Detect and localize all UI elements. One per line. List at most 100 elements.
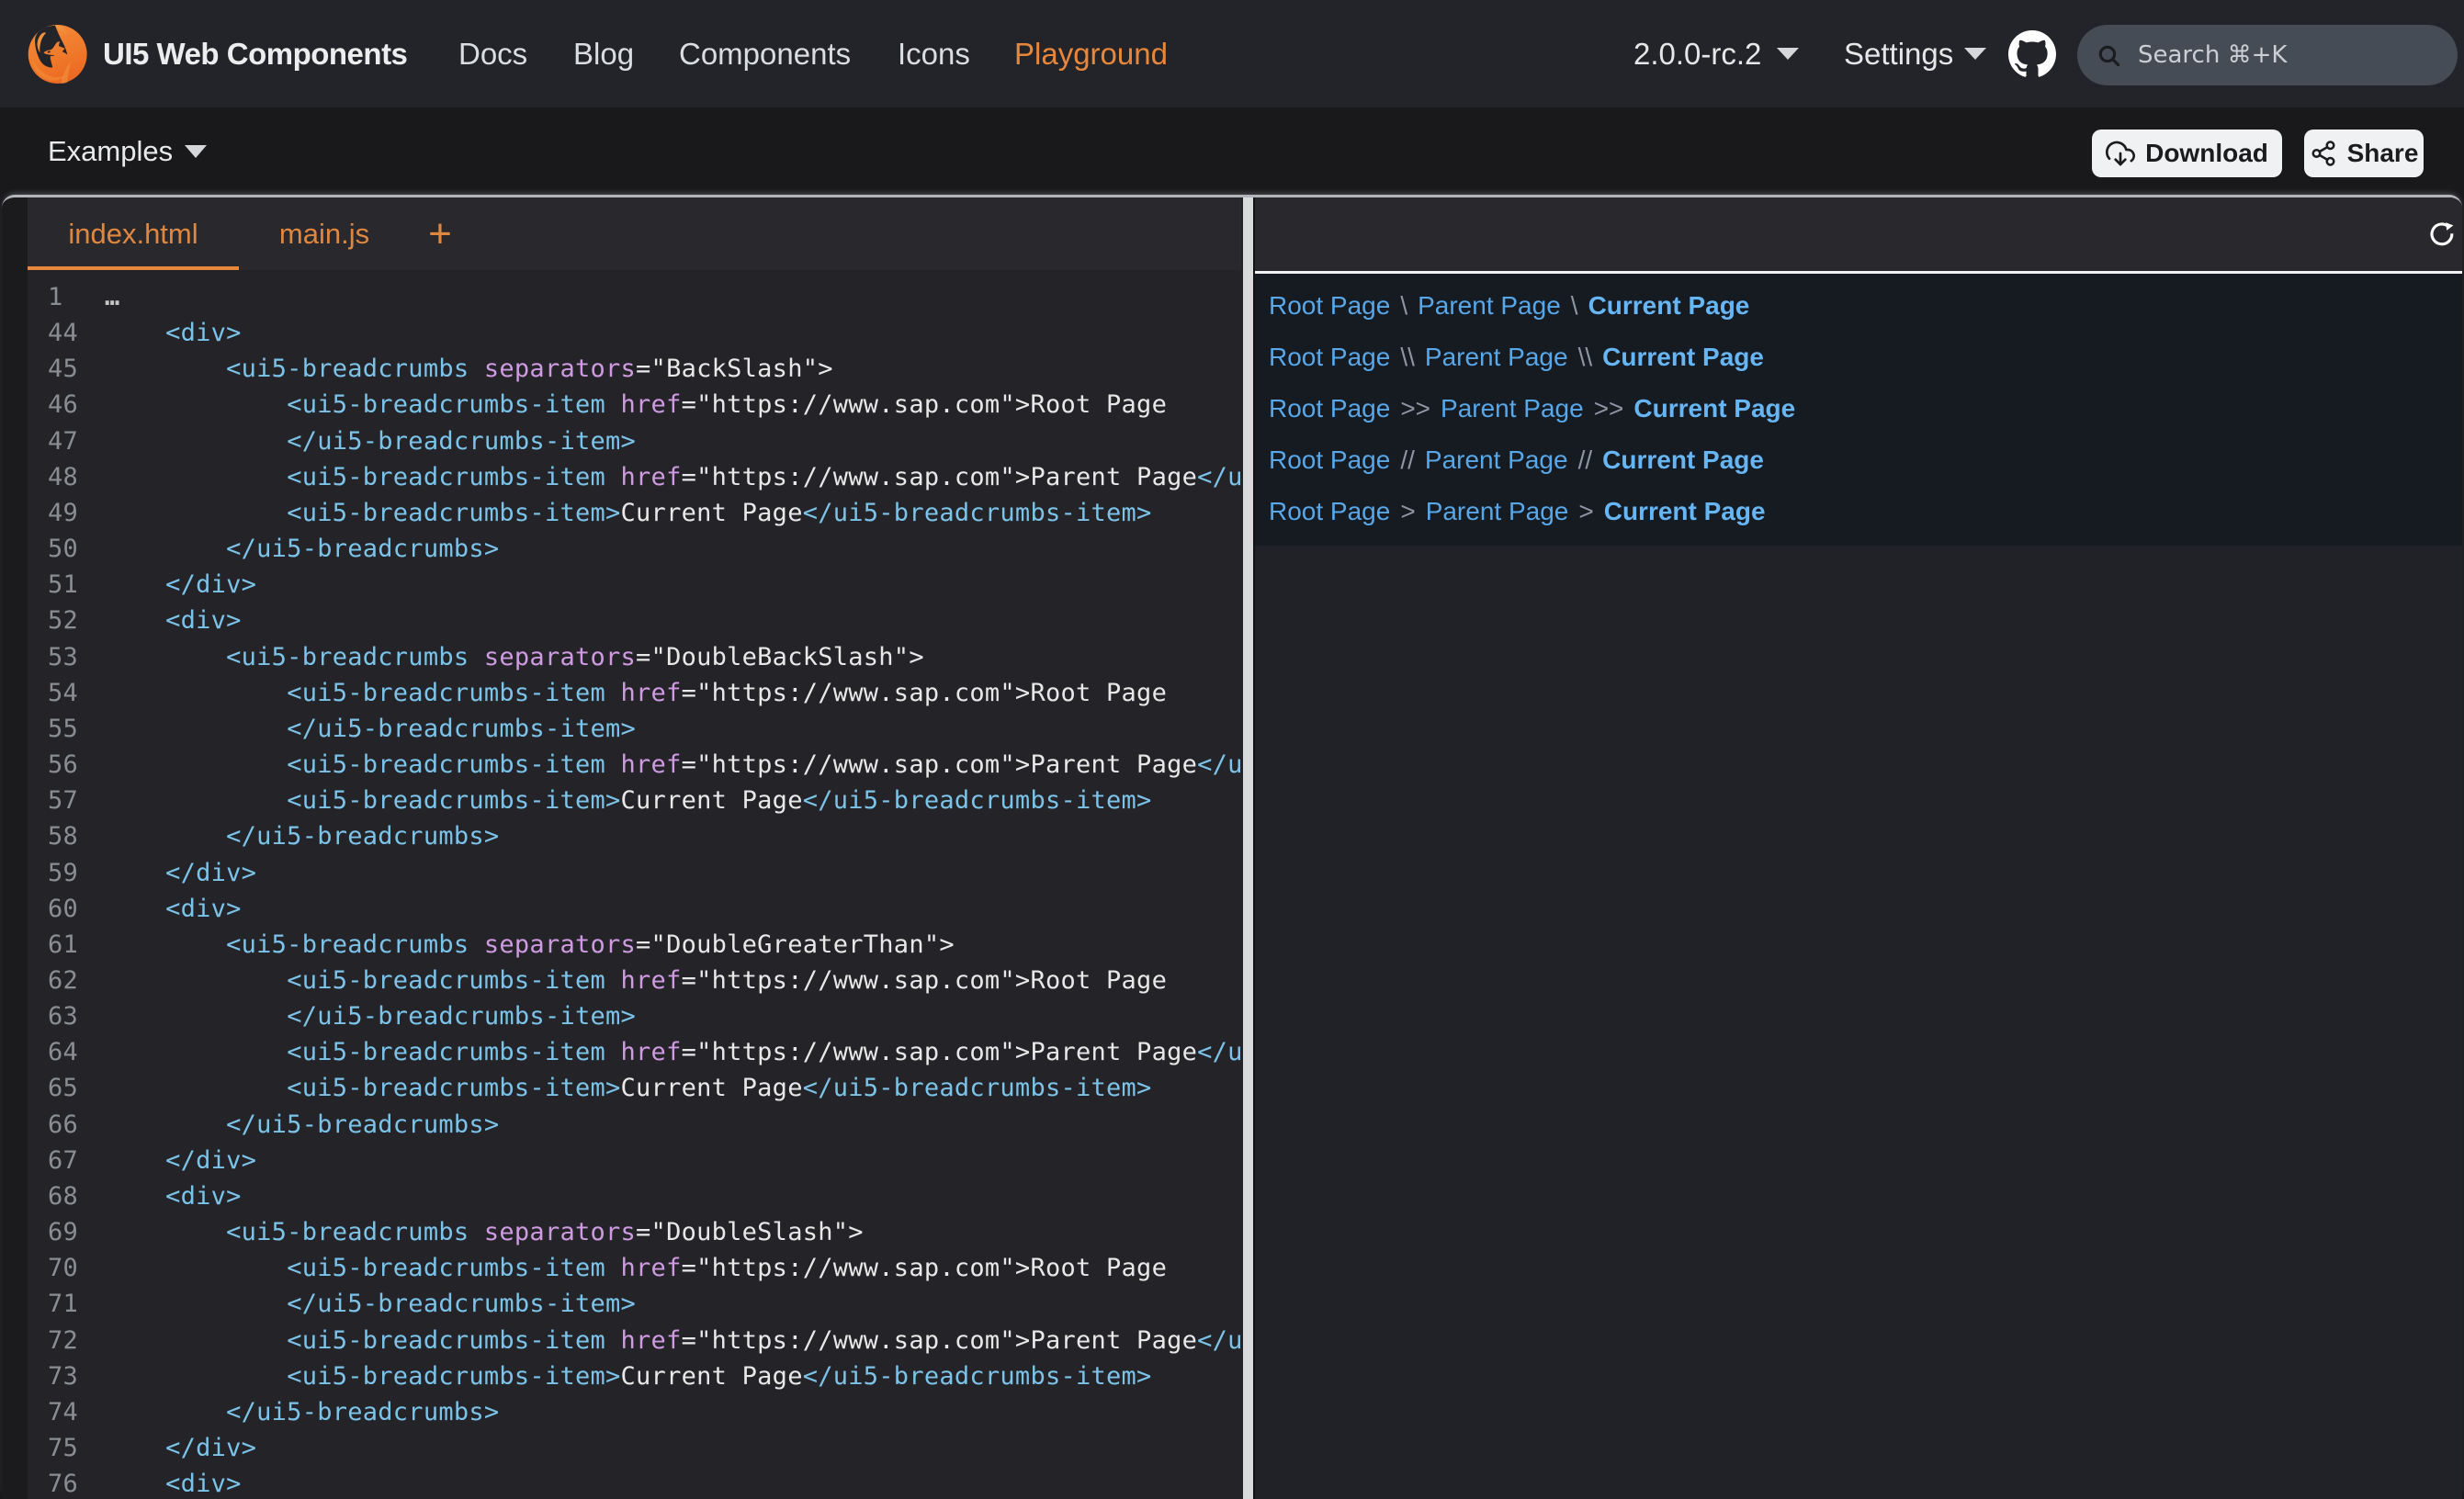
breadcrumb-link[interactable]: Parent Page bbox=[1441, 394, 1584, 423]
code-line: 75 </div> bbox=[28, 1430, 1243, 1466]
code-line: 49 <ui5-breadcrumbs-item>Current Page</u… bbox=[28, 495, 1243, 531]
playground-container: index.html main.js + 1…44 <div>45 <ui5-b… bbox=[2, 195, 2462, 1499]
code-token bbox=[605, 463, 621, 491]
breadcrumb-link[interactable]: Root Page bbox=[1269, 394, 1390, 423]
code-line-content: </ui5-breadcrumbs> bbox=[105, 1107, 499, 1143]
refresh-icon[interactable] bbox=[2430, 222, 2454, 246]
nav-components[interactable]: Components bbox=[679, 0, 851, 107]
tab-index-html[interactable]: index.html bbox=[28, 197, 239, 270]
code-token: href bbox=[621, 679, 682, 707]
code-token: <ui5-breadcrumbs bbox=[226, 643, 469, 671]
code-line-content: <ui5-breadcrumbs separators="DoubleBackS… bbox=[105, 639, 924, 675]
code-line-content: </ui5-breadcrumbs> bbox=[105, 818, 499, 854]
code-line: 57 <ui5-breadcrumbs-item>Current Page</u… bbox=[28, 783, 1243, 818]
code-token: </ui5-breadcrumbs-item> bbox=[1197, 1326, 1243, 1355]
code-token: </ui5-breadcrumbs-item> bbox=[1197, 1038, 1243, 1066]
breadcrumb-separator: // bbox=[1578, 445, 1593, 475]
github-logo-icon bbox=[2008, 30, 2056, 78]
tab-main-js[interactable]: main.js bbox=[239, 197, 410, 270]
code-token bbox=[605, 966, 621, 995]
playground-toolbar: Examples Download Share bbox=[0, 107, 2464, 195]
brand-title[interactable]: UI5 Web Components bbox=[103, 0, 407, 107]
nav-blog[interactable]: Blog bbox=[573, 0, 634, 107]
code-token: ="DoubleGreaterThan"> bbox=[636, 930, 955, 959]
download-cloud-icon bbox=[2106, 139, 2135, 168]
code-line: 64 <ui5-breadcrumbs-item href="https://w… bbox=[28, 1034, 1243, 1070]
breadcrumbs-row: Root Page>Parent Page>Current Page bbox=[1269, 486, 2462, 537]
code-token: href bbox=[621, 1326, 682, 1355]
code-token bbox=[105, 1002, 287, 1031]
code-editor[interactable]: 1…44 <div>45 <ui5-breadcrumbs separators… bbox=[28, 270, 1243, 1499]
breadcrumb-separator: \ bbox=[1571, 291, 1578, 321]
download-button[interactable]: Download bbox=[2092, 130, 2282, 177]
code-token: </ui5-breadcrumbs-item> bbox=[1197, 750, 1243, 779]
code-token bbox=[105, 1218, 226, 1246]
code-line-content: <ui5-breadcrumbs-item href="https://www.… bbox=[105, 1323, 1243, 1358]
code-token: <ui5-breadcrumbs bbox=[226, 1218, 469, 1246]
code-token bbox=[105, 390, 287, 419]
code-line-content: <ui5-breadcrumbs-item href="https://www.… bbox=[105, 1250, 1167, 1286]
breadcrumb-link[interactable]: Parent Page bbox=[1418, 291, 1561, 321]
line-number: 73 bbox=[28, 1358, 97, 1394]
line-number: 66 bbox=[28, 1107, 97, 1143]
code-token: <ui5-breadcrumbs bbox=[226, 355, 469, 383]
code-token: </ui5-breadcrumbs-item> bbox=[287, 1002, 636, 1031]
code-token bbox=[105, 1110, 226, 1139]
code-token: ="https://www.sap.com">Root Page bbox=[682, 679, 1168, 707]
code-token bbox=[605, 1326, 621, 1355]
breadcrumb-link[interactable]: Root Page bbox=[1269, 497, 1390, 526]
nav-playground[interactable]: Playground bbox=[1014, 0, 1168, 107]
code-token: <ui5-breadcrumbs-item> bbox=[287, 1362, 620, 1391]
code-token bbox=[105, 750, 287, 779]
breadcrumb-link[interactable]: Parent Page bbox=[1425, 445, 1568, 475]
code-line-content: <ui5-breadcrumbs separators="BackSlash"> bbox=[105, 351, 833, 387]
code-token: </ui5-breadcrumbs> bbox=[226, 1398, 499, 1426]
preview-pane: Root Page\Parent Page\Current PageRoot P… bbox=[1255, 274, 2462, 546]
nav-icons[interactable]: Icons bbox=[898, 0, 970, 107]
code-line: 62 <ui5-breadcrumbs-item href="https://w… bbox=[28, 963, 1243, 998]
breadcrumb-link[interactable]: Root Page bbox=[1269, 445, 1390, 475]
code-token: </ui5-breadcrumbs-item> bbox=[803, 786, 1152, 815]
code-token bbox=[105, 1182, 165, 1211]
code-token bbox=[105, 606, 165, 635]
code-line-content: <ui5-breadcrumbs-item href="https://www.… bbox=[105, 459, 1243, 495]
examples-dropdown[interactable]: Examples bbox=[48, 107, 173, 195]
settings-dropdown[interactable]: Settings bbox=[1844, 0, 1953, 107]
line-number: 57 bbox=[28, 783, 97, 818]
code-token bbox=[605, 1254, 621, 1282]
code-line: 46 <ui5-breadcrumbs-item href="https://w… bbox=[28, 387, 1243, 423]
breadcrumb-link[interactable]: Root Page bbox=[1269, 343, 1390, 372]
ui5-logo[interactable] bbox=[26, 0, 88, 107]
add-tab-button[interactable]: + bbox=[408, 197, 472, 270]
code-line-content: <ui5-breadcrumbs-item>Current Page</ui5-… bbox=[105, 783, 1152, 818]
share-button[interactable]: Share bbox=[2304, 130, 2424, 177]
code-line-content: <div> bbox=[105, 1466, 242, 1499]
code-line: 50 </ui5-breadcrumbs> bbox=[28, 531, 1243, 567]
code-token: </div> bbox=[165, 570, 256, 599]
code-token bbox=[105, 1254, 287, 1282]
code-token: </div> bbox=[165, 859, 256, 887]
code-line: 69 <ui5-breadcrumbs separators="DoubleSl… bbox=[28, 1214, 1243, 1250]
code-line: 56 <ui5-breadcrumbs-item href="https://w… bbox=[28, 747, 1243, 783]
breadcrumb-link[interactable]: Parent Page bbox=[1426, 497, 1569, 526]
code-line-content: <ui5-breadcrumbs-item href="https://www.… bbox=[105, 963, 1167, 998]
code-token: <ui5-breadcrumbs-item> bbox=[287, 786, 620, 815]
breadcrumb-separator: \ bbox=[1400, 291, 1407, 321]
line-number: 44 bbox=[28, 315, 97, 351]
breadcrumb-link[interactable]: Parent Page bbox=[1425, 343, 1568, 372]
code-line-content: </ui5-breadcrumbs-item> bbox=[105, 423, 636, 459]
version-dropdown[interactable]: 2.0.0-rc.2 bbox=[1633, 0, 1761, 107]
breadcrumb-link[interactable]: Root Page bbox=[1269, 291, 1390, 321]
github-icon[interactable] bbox=[2008, 0, 2056, 107]
nav-docs[interactable]: Docs bbox=[458, 0, 527, 107]
code-token: </ui5-breadcrumbs> bbox=[226, 822, 499, 851]
line-number: 54 bbox=[28, 675, 97, 711]
pane-splitter[interactable] bbox=[1241, 197, 1255, 1499]
code-line: 53 <ui5-breadcrumbs separators="DoubleBa… bbox=[28, 639, 1243, 675]
line-number: 53 bbox=[28, 639, 97, 675]
breadcrumbs-row: Root Page//Parent Page//Current Page bbox=[1269, 434, 2462, 486]
code-token bbox=[105, 1146, 165, 1175]
search-input[interactable]: Search ⌘+K bbox=[2077, 25, 2458, 85]
line-number: 50 bbox=[28, 531, 97, 567]
line-number: 65 bbox=[28, 1070, 97, 1106]
